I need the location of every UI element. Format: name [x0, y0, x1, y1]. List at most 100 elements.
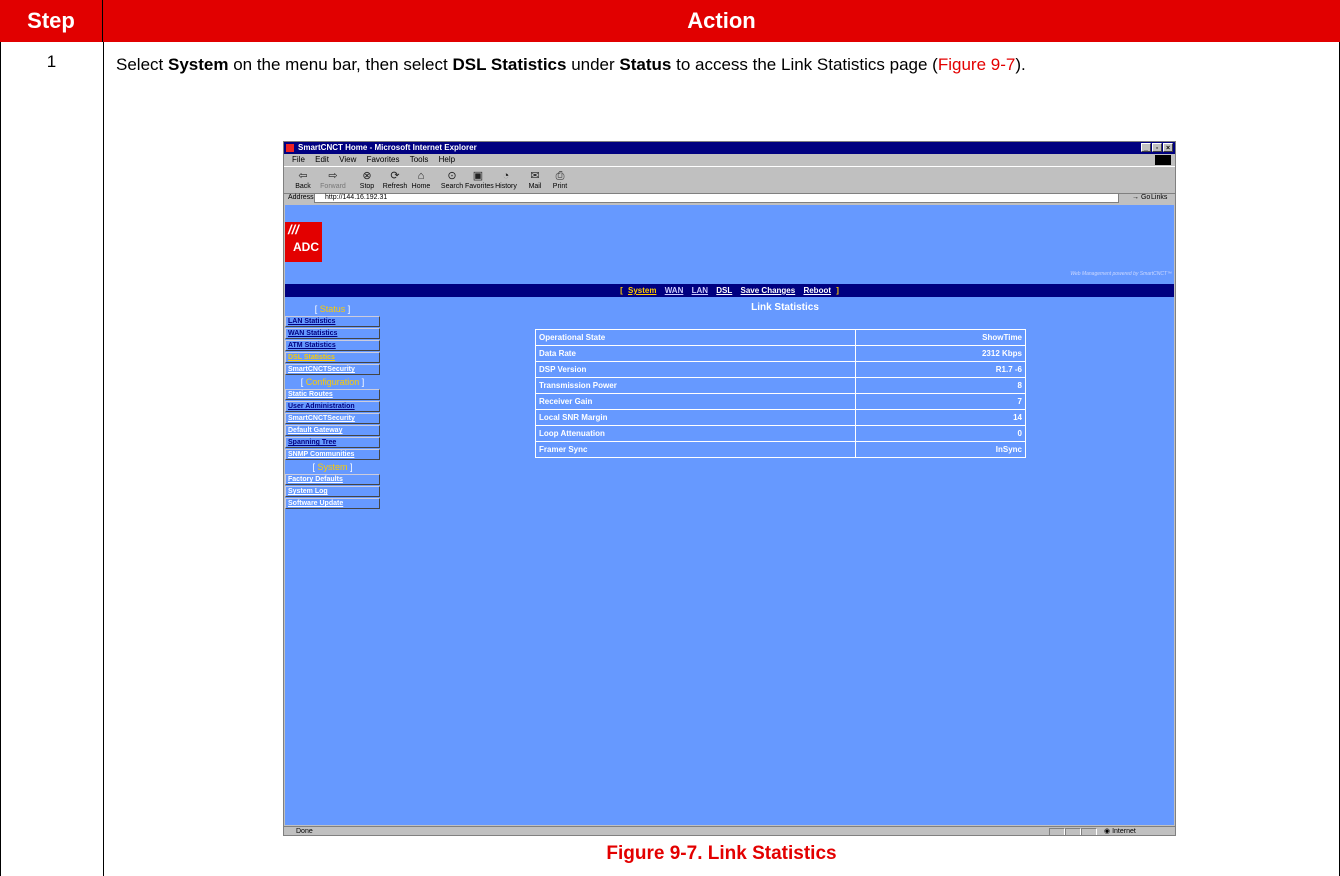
links-button[interactable]: Links [1151, 192, 1167, 204]
table-border-mid [103, 42, 104, 876]
nav-system[interactable]: System [628, 286, 656, 295]
sidebar-item-dsl-statistics[interactable]: DSL Statistics [285, 352, 380, 363]
table-row: Receiver Gain 7 [535, 393, 1026, 410]
maximize-icon[interactable]: ▫ [1152, 143, 1162, 152]
step-instruction: Select System on the menu bar, then sele… [116, 55, 1026, 74]
browser-toolbar: ⇦ Back ⇨ Forward ⊗ Stop ⟳ Refresh ⌂ Home ⊙ Sea… [284, 166, 1175, 194]
sidebar-item-factory-defaults[interactable]: Factory Defaults [285, 474, 380, 485]
stat-label: Data Rate [535, 345, 856, 362]
back-button[interactable]: ⇦ Back [290, 169, 316, 190]
nav-dsl[interactable]: DSL [716, 286, 732, 295]
windows-logo-icon [1155, 155, 1171, 165]
nav-reboot[interactable]: Reboot [803, 286, 831, 295]
menu-favorites[interactable]: Favorites [367, 155, 400, 164]
mail-button[interactable]: ✉ Mail [522, 169, 548, 190]
forward-arrow-icon: ⇨ [328, 170, 338, 182]
browser-status-bar: Done ◉ Internet [284, 826, 1175, 835]
address-bar: Address http://144.16.192.31 → Go Links [284, 192, 1175, 204]
address-label: Address [288, 194, 314, 201]
step-header: Step [0, 0, 103, 42]
print-button[interactable]: ⎙ Print [547, 169, 573, 190]
menu-edit[interactable]: Edit [315, 155, 329, 164]
back-arrow-icon: ⇦ [298, 170, 308, 182]
powered-by-text: Web Management powered by SmartCNCT™ [1070, 271, 1172, 277]
stat-value: R1.7 -6 [855, 361, 1026, 378]
stat-value: 0 [855, 425, 1026, 442]
status-cell [1049, 828, 1065, 835]
sidebar: [ Status ] LAN Statistics WAN Statistics… [285, 303, 380, 510]
sidebar-item-smartcnct-security-status[interactable]: SmartCNCTSecurity [285, 364, 380, 375]
adc-logo: /// ADC [285, 222, 322, 262]
web-page-content: /// ADC Web Management powered by SmartC… [285, 205, 1174, 825]
step-number: 1 [46, 52, 57, 71]
sidebar-item-default-gateway[interactable]: Default Gateway [285, 425, 380, 436]
sidebar-item-atm-statistics[interactable]: ATM Statistics [285, 340, 380, 351]
stop-button[interactable]: ⊗ Stop [354, 169, 380, 190]
sidebar-item-static-routes[interactable]: Static Routes [285, 389, 380, 400]
table-border-left [0, 42, 1, 876]
status-cell [1065, 828, 1081, 835]
table-row: Local SNR Margin 14 [535, 409, 1026, 426]
stat-value: ShowTime [855, 329, 1026, 346]
action-header: Action [103, 0, 1340, 42]
internet-zone: ◉ Internet [1104, 828, 1136, 835]
browser-title-bar: SmartCNCT Home - Microsoft Internet Expl… [284, 142, 1175, 154]
home-icon: ⌂ [417, 170, 425, 182]
link-statistics-table: Operational State ShowTime Data Rate 2312 … [535, 329, 1026, 458]
menu-file[interactable]: File [292, 155, 305, 164]
stat-value: 14 [855, 409, 1026, 426]
refresh-icon: ⟳ [390, 170, 400, 182]
stat-label: Operational State [535, 329, 856, 346]
favorites-button[interactable]: ▣ Favorites [465, 169, 494, 190]
history-icon: ◔ [502, 170, 510, 182]
sidebar-item-system-log[interactable]: System Log [285, 486, 380, 497]
procedure-table: Step Action 1 Select System on the menu … [0, 0, 1340, 876]
sidebar-item-user-administration[interactable]: User Administration [285, 401, 380, 412]
print-icon: ⎙ [555, 170, 565, 182]
home-button[interactable]: ⌂ Home [408, 169, 434, 190]
sidebar-item-spanning-tree[interactable]: Spanning Tree [285, 437, 380, 448]
figure-reference-link[interactable]: Figure 9-7 [938, 55, 1015, 74]
nav-wan[interactable]: WAN [665, 286, 684, 295]
status-text: Done [296, 828, 313, 835]
ie-icon [286, 144, 294, 152]
stat-label: Loop Attenuation [535, 425, 856, 442]
sidebar-item-snmp-communities[interactable]: SNMP Communities [285, 449, 380, 460]
stat-label: Receiver Gain [535, 393, 856, 410]
sidebar-item-software-update[interactable]: Software Update [285, 498, 380, 509]
favorites-icon: ▣ [472, 170, 484, 182]
browser-title: SmartCNCT Home - Microsoft Internet Expl… [298, 143, 477, 152]
go-button[interactable]: → Go [1132, 192, 1150, 204]
table-row: Loop Attenuation 0 [535, 425, 1026, 442]
sidebar-item-lan-statistics[interactable]: LAN Statistics [285, 316, 380, 327]
forward-button[interactable]: ⇨ Forward [320, 169, 346, 190]
menu-tools[interactable]: Tools [410, 155, 429, 164]
status-cell [1081, 828, 1097, 835]
stat-label: Transmission Power [535, 377, 856, 394]
history-button[interactable]: ◔ History [493, 169, 519, 190]
search-button[interactable]: ⊙ Search [439, 169, 465, 190]
refresh-button[interactable]: ⟳ Refresh [382, 169, 408, 190]
stat-label: DSP Version [535, 361, 856, 378]
minimize-icon[interactable]: _ [1141, 143, 1151, 152]
menu-help[interactable]: Help [439, 155, 455, 164]
stat-label: Framer Sync [535, 441, 856, 458]
browser-window-screenshot: SmartCNCT Home - Microsoft Internet Expl… [283, 141, 1176, 836]
table-row: Framer Sync InSync [535, 441, 1026, 458]
address-input[interactable]: http://144.16.192.31 [314, 193, 1119, 203]
main-nav-bar: [ System WAN LAN DSL Save Changes Reboot… [285, 284, 1174, 297]
stat-label: Local SNR Margin [535, 409, 856, 426]
table-row: DSP Version R1.7 -6 [535, 361, 1026, 378]
sidebar-item-smartcnct-security-config[interactable]: SmartCNCTSecurity [285, 413, 380, 424]
stat-value: InSync [855, 441, 1026, 458]
sidebar-section-system: [ System ] [312, 462, 353, 472]
close-icon[interactable]: × [1163, 143, 1173, 152]
table-row: Data Rate 2312 Kbps [535, 345, 1026, 362]
nav-save-changes[interactable]: Save Changes [741, 286, 796, 295]
stat-value: 7 [855, 393, 1026, 410]
nav-lan[interactable]: LAN [692, 286, 708, 295]
sidebar-item-wan-statistics[interactable]: WAN Statistics [285, 328, 380, 339]
table-row: Operational State ShowTime [535, 329, 1026, 346]
menu-view[interactable]: View [339, 155, 356, 164]
stop-icon: ⊗ [362, 170, 372, 182]
